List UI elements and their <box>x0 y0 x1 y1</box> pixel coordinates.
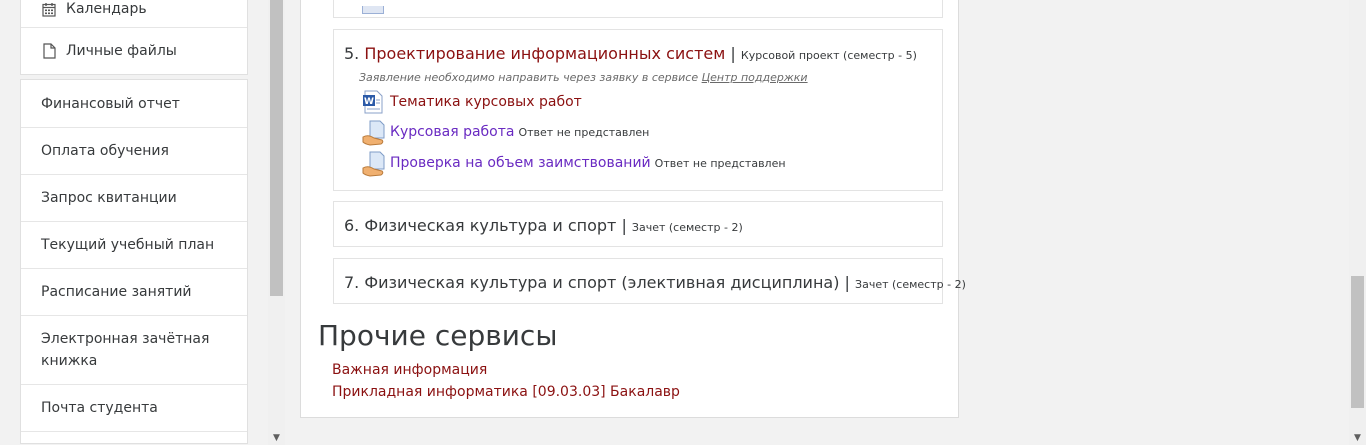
submission-status: Ответ не представлен <box>518 125 650 139</box>
assignment-icon <box>362 120 385 146</box>
program-link[interactable]: Прикладная информатика [09.03.03] Бакала… <box>332 384 680 400</box>
course-card: 6. Физическая культура и спорт | Зачет (… <box>333 201 943 247</box>
svg-text:W: W <box>364 97 374 107</box>
sidebar-item-student-mail[interactable]: Почта студента <box>21 384 247 431</box>
document-icon <box>362 6 384 14</box>
separator: | <box>730 44 736 63</box>
activity-item[interactable]: W Тематика курсовых работ <box>362 90 582 114</box>
sidebar-item-financial-report[interactable]: Финансовый отчет <box>21 80 247 127</box>
sidebar-item-partial <box>21 431 247 443</box>
scroll-down-arrow-icon[interactable]: ▼ <box>1349 433 1366 443</box>
activity-item[interactable]: Курсовая работа Ответ не представлен <box>362 120 650 146</box>
sidebar-item-curriculum[interactable]: Текущий учебный план <box>21 221 247 268</box>
sidebar: Календарь Личные файлы Финансовый отчет … <box>20 0 248 444</box>
course-meta: Зачет (семестр - 2) <box>855 278 966 291</box>
important-info-link[interactable]: Важная информация <box>332 362 487 378</box>
course-note: Заявление необходимо направить через зая… <box>359 71 808 84</box>
course-title: 7. Физическая культура и спорт (элективн… <box>344 273 966 292</box>
sidebar-item-label: Финансовый отчет <box>41 95 180 112</box>
sidebar-scrollbar-thumb[interactable] <box>270 0 283 296</box>
word-document-icon: W <box>362 90 384 114</box>
sidebar-item-calendar[interactable]: Календарь <box>21 0 247 27</box>
course-card-previous <box>333 0 943 18</box>
activity-item[interactable]: Проверка на объем заимствований Ответ не… <box>362 151 786 177</box>
sidebar-item-tuition-payment[interactable]: Оплата обучения <box>21 127 247 174</box>
course-link[interactable]: Проектирование информационных систем <box>364 44 725 63</box>
sidebar-item-label: Электронная зачётная книжка <box>41 331 210 369</box>
sidebar-item-label: Личные файлы <box>66 43 177 59</box>
course-name: Физическая культура и спорт <box>364 216 617 235</box>
activity-link[interactable]: Проверка на объем заимствований <box>390 155 651 171</box>
course-title: 5. Проектирование информационных систем … <box>344 44 917 63</box>
sidebar-block-personal: Календарь Личные файлы <box>20 0 248 75</box>
separator: | <box>844 273 850 292</box>
course-meta: Курсовой проект (семестр - 5) <box>740 49 917 62</box>
submission-status: Ответ не представлен <box>654 156 786 170</box>
scroll-down-arrow-icon[interactable]: ▼ <box>268 433 285 443</box>
activity-link[interactable]: Курсовая работа <box>390 124 514 140</box>
sidebar-item-label: Календарь <box>66 1 147 17</box>
sidebar-scrollbar[interactable]: ▼ <box>268 0 285 445</box>
support-center-link[interactable]: Центр поддержки <box>702 71 808 84</box>
sidebar-item-label: Оплата обучения <box>41 143 169 159</box>
assignment-icon <box>362 151 385 177</box>
page-scrollbar[interactable]: ▼ <box>1349 0 1366 445</box>
file-icon <box>41 43 57 59</box>
sidebar-item-label: Почта студента <box>41 400 158 416</box>
separator: | <box>621 216 627 235</box>
course-number: 5. <box>344 44 360 63</box>
course-number: 7. <box>344 273 360 292</box>
main-content: 5. Проектирование информационных систем … <box>300 0 966 418</box>
course-meta: Зачет (семестр - 2) <box>631 221 743 234</box>
sidebar-block-services: Финансовый отчет Оплата обучения Запрос … <box>20 79 248 444</box>
course-name: Физическая культура и спорт (элективная … <box>364 273 840 292</box>
other-services-title: Прочие сервисы <box>318 319 558 352</box>
course-title: 6. Физическая культура и спорт | Зачет (… <box>344 216 743 235</box>
page-scrollbar-thumb[interactable] <box>1351 276 1364 408</box>
sidebar-item-label: Текущий учебный план <box>41 237 215 253</box>
note-text: Заявление необходимо направить через зая… <box>359 71 699 84</box>
course-card: 5. Проектирование информационных систем … <box>333 29 943 191</box>
sidebar-item-private-files[interactable]: Личные файлы <box>21 27 247 74</box>
sidebar-item-receipt-request[interactable]: Запрос квитанции <box>21 174 247 221</box>
sidebar-item-label: Запрос квитанции <box>41 190 177 206</box>
course-number: 6. <box>344 216 360 235</box>
sidebar-item-schedule[interactable]: Расписание занятий <box>21 268 247 315</box>
calendar-icon <box>41 1 57 17</box>
course-card: 7. Физическая культура и спорт (элективн… <box>333 258 966 304</box>
sidebar-item-label: Расписание занятий <box>41 284 192 300</box>
sidebar-item-gradebook[interactable]: Электронная зачётная книжка <box>21 315 247 384</box>
activity-link[interactable]: Тематика курсовых работ <box>390 94 582 110</box>
